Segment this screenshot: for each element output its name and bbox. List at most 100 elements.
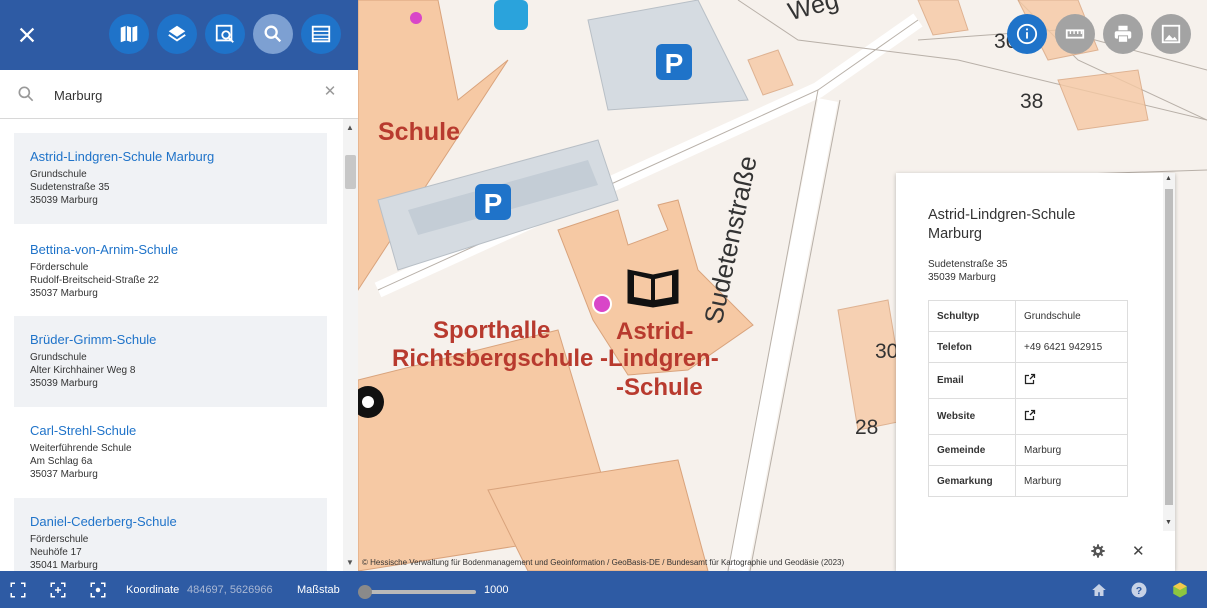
search-panel: ✕ Astrid-Lindgren-Schule Marburg Grundsch…: [0, 0, 358, 571]
result-title[interactable]: Astrid-Lindgren-Schule Marburg: [30, 149, 214, 164]
result-city: 35039 Marburg: [30, 378, 98, 389]
map-search-button[interactable]: [205, 14, 245, 54]
info-city: 35039 Marburg: [928, 272, 996, 283]
result-title[interactable]: Daniel-Cederberg-Schule: [30, 514, 177, 529]
popup-scrollbar-thumb[interactable]: [1165, 189, 1173, 505]
info-row-key: Email: [928, 362, 1016, 399]
scrollbar-thumb[interactable]: [345, 155, 356, 189]
svg-text:P: P: [484, 188, 503, 219]
panel-toolbar: [0, 0, 358, 70]
legend-button[interactable]: [301, 14, 341, 54]
scale-label: Maßstab: [297, 584, 340, 596]
print-icon: [1114, 25, 1132, 43]
info-row-value[interactable]: [1015, 362, 1128, 399]
map-label-30: 30: [875, 340, 899, 363]
external-link-icon[interactable]: [1024, 409, 1036, 421]
logo-icon[interactable]: [1171, 581, 1189, 599]
search-results-list: Astrid-Lindgren-Schule Marburg Grundschul…: [0, 119, 343, 571]
fullscreen-icon[interactable]: [9, 581, 27, 599]
scroll-down-icon[interactable]: ▼: [346, 558, 354, 567]
scroll-up-icon[interactable]: ▲: [346, 123, 354, 132]
help-icon[interactable]: ?: [1130, 581, 1148, 599]
info-row-value: Marburg: [1015, 465, 1128, 497]
external-link-icon[interactable]: [1024, 373, 1036, 385]
legend-icon: [311, 25, 331, 43]
results-scrollbar[interactable]: ▲ ▼: [343, 119, 358, 571]
info-row-value: Grundschule: [1015, 300, 1128, 332]
close-panel-button[interactable]: [12, 20, 42, 50]
info-attribute-table: Schultyp Grundschule Telefon +49 6421 94291…: [928, 300, 1128, 497]
home-icon[interactable]: [1090, 581, 1108, 599]
locate-icon[interactable]: [89, 581, 107, 599]
popup-scroll-down-icon[interactable]: ▼: [1165, 519, 1172, 526]
popup-scroll-up-icon[interactable]: ▲: [1165, 175, 1172, 182]
map-search-icon: [215, 24, 234, 43]
info-button[interactable]: [1007, 14, 1047, 54]
result-street: Sudetenstraße 35: [30, 182, 110, 193]
scale-slider-knob[interactable]: [358, 585, 372, 599]
layers-button[interactable]: [157, 14, 197, 54]
info-row: Email: [928, 362, 1128, 399]
result-type: Förderschule: [30, 534, 89, 545]
result-city: 35037 Marburg: [30, 469, 98, 480]
search-bar: ✕: [0, 70, 358, 119]
map-attribution: © Hessische Verwaltung für Bodenmanageme…: [362, 558, 845, 567]
result-type: Grundschule: [30, 169, 87, 180]
result-title[interactable]: Brüder-Grimm-Schule: [30, 332, 156, 347]
map-icon: [120, 25, 138, 43]
info-row-key: Telefon: [928, 331, 1016, 363]
image-export-button[interactable]: [1151, 14, 1191, 54]
info-row-value: Marburg: [1015, 434, 1128, 466]
search-button[interactable]: [253, 14, 293, 54]
info-row: Gemarkung Marburg: [928, 465, 1128, 497]
map-label-28: 28: [855, 416, 879, 439]
map-label-schule-top: Schule: [378, 118, 460, 146]
close-icon: [19, 27, 35, 43]
layers-icon: [168, 25, 186, 42]
measure-button[interactable]: [1055, 14, 1095, 54]
map-label-schule: -Schule: [616, 374, 703, 401]
result-item[interactable]: Daniel-Cederberg-Schule Förderschule Neuhö…: [14, 498, 327, 571]
result-item[interactable]: Brüder-Grimm-Schule Grundschule Alter Kirc…: [14, 316, 327, 407]
result-city: 35037 Marburg: [30, 288, 98, 299]
map-button[interactable]: [109, 14, 149, 54]
result-street: Neuhöfe 17: [30, 547, 82, 558]
search-icon: [264, 25, 282, 43]
result-item[interactable]: Carl-Strehl-Schule Weiterführende Schule A…: [14, 407, 327, 498]
info-row: Telefon +49 6421 942915: [928, 331, 1128, 363]
info-row: Schultyp Grundschule: [928, 300, 1128, 332]
result-item[interactable]: Astrid-Lindgren-Schule Marburg Grundschul…: [14, 133, 327, 224]
result-street: Rudolf-Breitscheid-Straße 22: [30, 275, 159, 286]
search-input[interactable]: [52, 82, 316, 108]
popup-scrollbar[interactable]: ▲ ▼: [1163, 173, 1175, 531]
result-title[interactable]: Carl-Strehl-Schule: [30, 423, 136, 438]
svg-text:?: ?: [1136, 585, 1142, 597]
close-popup-icon[interactable]: ✕: [1132, 542, 1145, 560]
info-street: Sudetenstraße 35: [928, 259, 1008, 270]
info-title: Astrid-Lindgren-Schule Marburg: [928, 207, 1076, 242]
coordinate-value: 484697, 5626966: [187, 584, 273, 596]
info-row-key: Gemarkung: [928, 465, 1016, 497]
info-row-value[interactable]: [1015, 398, 1128, 435]
result-type: Grundschule: [30, 352, 87, 363]
ruler-icon: [1065, 29, 1085, 39]
search-icon: [18, 86, 34, 102]
result-type: Förderschule: [30, 262, 89, 273]
gear-icon[interactable]: [1090, 543, 1106, 559]
clear-icon[interactable]: ✕: [322, 84, 338, 100]
info-row-key: Schultyp: [928, 300, 1016, 332]
result-type: Weiterführende Schule: [30, 443, 132, 454]
info-row-key: Gemeinde: [928, 434, 1016, 466]
scale-slider-track[interactable]: [362, 590, 476, 594]
info-row: Website: [928, 398, 1128, 435]
result-street: Am Schlag 6a: [30, 456, 93, 467]
status-bar: Koordinate 484697, 5626966 Maßstab 1000 …: [0, 571, 1207, 608]
zoom-extent-icon[interactable]: [49, 581, 67, 599]
print-button[interactable]: [1103, 14, 1143, 54]
coordinate-label: Koordinate: [126, 584, 180, 596]
result-title[interactable]: Bettina-von-Arnim-Schule: [30, 242, 178, 257]
scale-value: 1000: [484, 584, 509, 596]
info-icon: [1016, 23, 1038, 45]
map-label-richtsbergschule: Richtsbergschule -Lindgren-: [392, 345, 719, 372]
result-item[interactable]: Bettina-von-Arnim-Schule Förderschule Rudo…: [14, 226, 327, 317]
